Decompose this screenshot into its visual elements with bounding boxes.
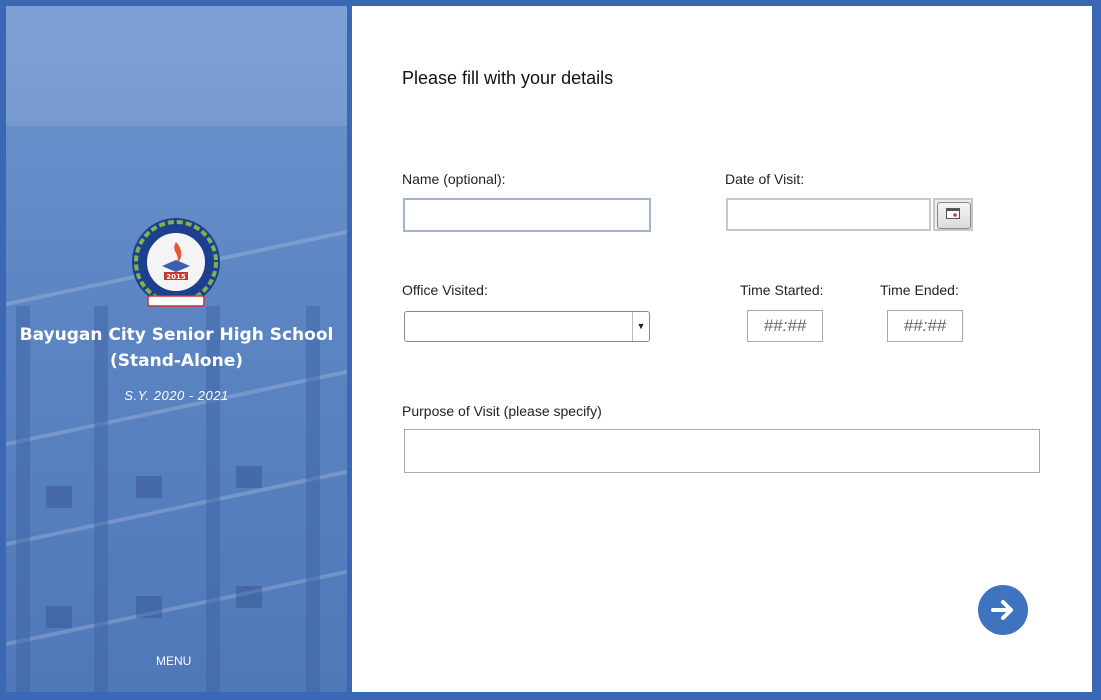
office-label: Office Visited:: [402, 282, 488, 298]
school-name: Bayugan City Senior High School (Stand-A…: [16, 322, 337, 374]
time-ended-input[interactable]: ##:##: [887, 310, 963, 342]
time-started-input[interactable]: ##:##: [747, 310, 823, 342]
next-button[interactable]: [978, 585, 1028, 635]
school-year: S.Y. 2020 - 2021: [124, 388, 229, 403]
school-name-line1: Bayugan City Senior High School: [19, 325, 334, 345]
calendar-icon: [946, 208, 960, 219]
name-input[interactable]: [403, 198, 651, 232]
svg-text:2015: 2015: [166, 273, 186, 281]
arrow-right-icon: [991, 600, 1013, 620]
chevron-down-icon[interactable]: ▼: [632, 312, 649, 341]
name-label: Name (optional):: [402, 171, 506, 187]
building-background: [6, 6, 347, 126]
form-panel: Please fill with your details Name (opti…: [352, 6, 1092, 692]
office-select[interactable]: ▼: [404, 311, 650, 342]
building-window: [46, 486, 72, 508]
building-window: [236, 586, 262, 608]
building-floor-line: [6, 369, 347, 447]
calendar-button[interactable]: [933, 198, 973, 231]
time-ended-label: Time Ended:: [880, 282, 959, 298]
time-started-label: Time Started:: [740, 282, 824, 298]
menu-button[interactable]: MENU: [156, 654, 191, 668]
form-heading: Please fill with your details: [402, 68, 614, 88]
date-label: Date of Visit:: [725, 171, 805, 187]
purpose-input[interactable]: [404, 429, 1040, 473]
school-name-line2: (Stand-Alone): [109, 351, 243, 371]
sidebar-panel: 2015 Bayugan City Senior High School (St…: [6, 6, 347, 692]
window-border: [1092, 6, 1101, 692]
building-window: [236, 466, 262, 488]
date-input[interactable]: [726, 198, 931, 231]
purpose-label: Purpose of Visit (please specify): [402, 403, 602, 419]
building-window: [46, 606, 72, 628]
building-window: [136, 476, 162, 498]
building-window: [136, 596, 162, 618]
building-floor-line: [6, 469, 347, 547]
school-seal-logo: 2015: [132, 218, 220, 307]
